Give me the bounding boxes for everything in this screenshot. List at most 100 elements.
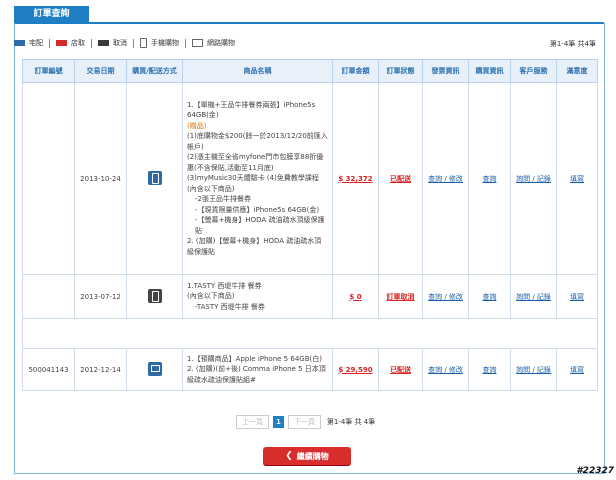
tab-order-query[interactable]: 訂單查詢 (14, 6, 89, 22)
product-line: -2張王品牛排餐券 (195, 195, 251, 204)
product-name: 1.【單機+王品牛排餐券兩張】iPhone5s 64GB(金) (贈品) (1)… (182, 82, 333, 275)
purchase-cell: 查詢 (468, 82, 511, 275)
amount-cell: $ 0 (332, 274, 379, 319)
divider (133, 38, 134, 48)
order-number (22, 82, 75, 275)
product-line: (2)憑主機至全省myfone門市包膜享88折優惠(不含保貼,活動至11月底) (187, 153, 324, 172)
product-line: (內含以下商品) (187, 184, 235, 193)
product-line: (1)底購物金$200(餘一於2013/12/20前匯入帳戶) (187, 132, 328, 151)
product-line: -【螢幕+機身】HODA 疏油疏水頂級保護貼 (195, 216, 325, 235)
channel-cell (126, 82, 183, 275)
col-amount: 訂單金額 (332, 59, 379, 83)
purchase-cell: 查詢 (468, 274, 511, 319)
pagination-count: 第1-4筆 共 4筆 (326, 418, 376, 426)
orders-table: 訂單編號 交易日期 購買/配送方式 商品名稱 訂單金額 訂單狀態 發票資訊 購買… (22, 59, 598, 391)
order-status[interactable]: 已配送 (390, 366, 411, 374)
legend-mobile-label: 手機購物 (151, 39, 179, 47)
order-status[interactable]: 已配送 (390, 175, 411, 183)
satisfaction-cell: 填寫 (556, 274, 598, 319)
product-line: (3)myMusic30天體驗卡 (4)免費教學課程 (187, 174, 319, 183)
invoice-link[interactable]: 查詢 / 修改 (428, 293, 463, 301)
amount-cell: $ 32,372 (332, 82, 379, 275)
invoice-link[interactable]: 查詢 / 修改 (428, 175, 463, 183)
phone-icon (147, 288, 162, 303)
next-page-button[interactable]: 下一頁 (287, 415, 321, 429)
legend-delivery-label: 宅配 (29, 39, 43, 47)
satisfaction-link[interactable]: 填寫 (570, 366, 584, 374)
service-link[interactable]: 詢問 / 記錄 (516, 366, 551, 374)
product-line: 1.【預購商品】Apple iPhone 5 64GB(白) (187, 354, 322, 363)
col-satisfaction: 滿意度 (556, 59, 598, 83)
col-purchase: 購買資訊 (468, 59, 511, 83)
page-1-button[interactable]: 1 (273, 416, 284, 428)
table-row: 2013-07-12 1.TASTY 西堤牛排 餐券 (內含以下商品) -TAS… (22, 274, 598, 319)
legend-mobile: 手機購物 (140, 38, 179, 48)
table-row: 2013-10-24 1.【單機+王品牛排餐券兩張】iPhone5s 64GB(… (22, 82, 598, 275)
divider (91, 38, 92, 48)
purchase-link[interactable]: 查詢 (483, 175, 497, 183)
order-amount[interactable]: $ 0 (349, 293, 361, 301)
cancelled-swatch (98, 40, 109, 46)
purchase-cell: 查詢 (468, 348, 511, 391)
order-date: 2013-10-24 (74, 82, 127, 275)
order-number: 500041143 (22, 348, 75, 391)
order-number (22, 274, 75, 319)
col-service: 客戶服務 (510, 59, 557, 83)
amount-cell: $ 29,590 (332, 348, 379, 391)
order-date: 2012-12-14 (74, 348, 127, 391)
phone-icon (147, 170, 162, 185)
service-link[interactable]: 詢問 / 記錄 (516, 175, 551, 183)
col-order-no: 訂單編號 (22, 59, 75, 83)
col-channel: 購買/配送方式 (126, 59, 183, 83)
product-name: 1.【預購商品】Apple iPhone 5 64GB(白) 2. (加購)(前… (182, 348, 333, 391)
legend-delivery: 宅配 (14, 38, 43, 48)
legend-store-label: 店取 (71, 39, 85, 47)
satisfaction-link[interactable]: 填寫 (570, 175, 584, 183)
purchase-link[interactable]: 查詢 (483, 293, 497, 301)
tab-bar: 訂單查詢 (14, 6, 604, 24)
service-link[interactable]: 詢問 / 記錄 (516, 293, 551, 301)
invoice-cell: 查詢 / 修改 (422, 348, 469, 391)
record-count: 第1-4筆 共4筆 (549, 40, 596, 48)
legend-cancelled-label: 取消 (113, 39, 127, 47)
satisfaction-cell: 填寫 (556, 82, 598, 275)
order-date: 2013-07-12 (74, 274, 127, 319)
invoice-cell: 查詢 / 修改 (422, 274, 469, 319)
satisfaction-link[interactable]: 填寫 (570, 293, 584, 301)
store-pickup-swatch (56, 40, 67, 46)
legend-web-label: 網路購物 (207, 39, 235, 47)
order-amount[interactable]: $ 29,590 (338, 366, 372, 374)
divider (49, 38, 50, 48)
legend-store-pickup: 店取 (56, 38, 85, 48)
continue-shopping-button[interactable]: ❮ 繼續購物 (263, 447, 351, 465)
order-status[interactable]: 訂單取消 (387, 293, 415, 301)
col-product: 商品名稱 (182, 59, 333, 83)
product-line: 2. (加購)(前+後) Comma iPhone 5 日本頂級疏水疏油保護貼組… (187, 365, 326, 384)
service-cell: 詢問 / 記錄 (510, 274, 557, 319)
gift-label: (贈品) (187, 121, 207, 130)
table-row: 500041143 2012-12-14 1.【預購商品】Apple iPhon… (22, 348, 598, 391)
channel-cell (126, 274, 183, 319)
product-line: 1.TASTY 西堤牛排 餐券 (187, 281, 262, 290)
purchase-link[interactable]: 查詢 (483, 366, 497, 374)
invoice-cell: 查詢 / 修改 (422, 82, 469, 275)
service-cell: 詢問 / 記錄 (510, 82, 557, 275)
watermark: #22327 (576, 466, 614, 476)
order-amount[interactable]: $ 32,372 (338, 175, 372, 183)
chevron-left-icon: ❮ (285, 451, 293, 461)
col-date: 交易日期 (74, 59, 127, 83)
table-row-empty (22, 318, 598, 349)
product-name: 1.TASTY 西堤牛排 餐券 (內含以下商品) -TASTY 西堤牛排 餐券 (182, 274, 333, 319)
product-line: -TASTY 西堤牛排 餐券 (195, 302, 265, 311)
legend-cancelled: 取消 (98, 38, 127, 48)
prev-page-button[interactable]: 上一頁 (236, 415, 269, 429)
product-line: 2. (加購)【螢幕+機身】HODA 疏油疏水頂級保護貼 (187, 237, 322, 256)
status-cell: 已配送 (378, 348, 423, 391)
product-line: -【現貨限量供應】iPhone5s 64GB(金) (195, 205, 320, 214)
invoice-link[interactable]: 查詢 / 修改 (428, 366, 463, 374)
legend-web: 網路購物 (192, 38, 235, 48)
channel-cell (126, 348, 183, 391)
legend: 宅配 店取 取消 手機購物 網路購物 (14, 36, 235, 50)
desktop-icon (192, 39, 203, 47)
continue-shopping-label: 繼續購物 (296, 451, 329, 461)
